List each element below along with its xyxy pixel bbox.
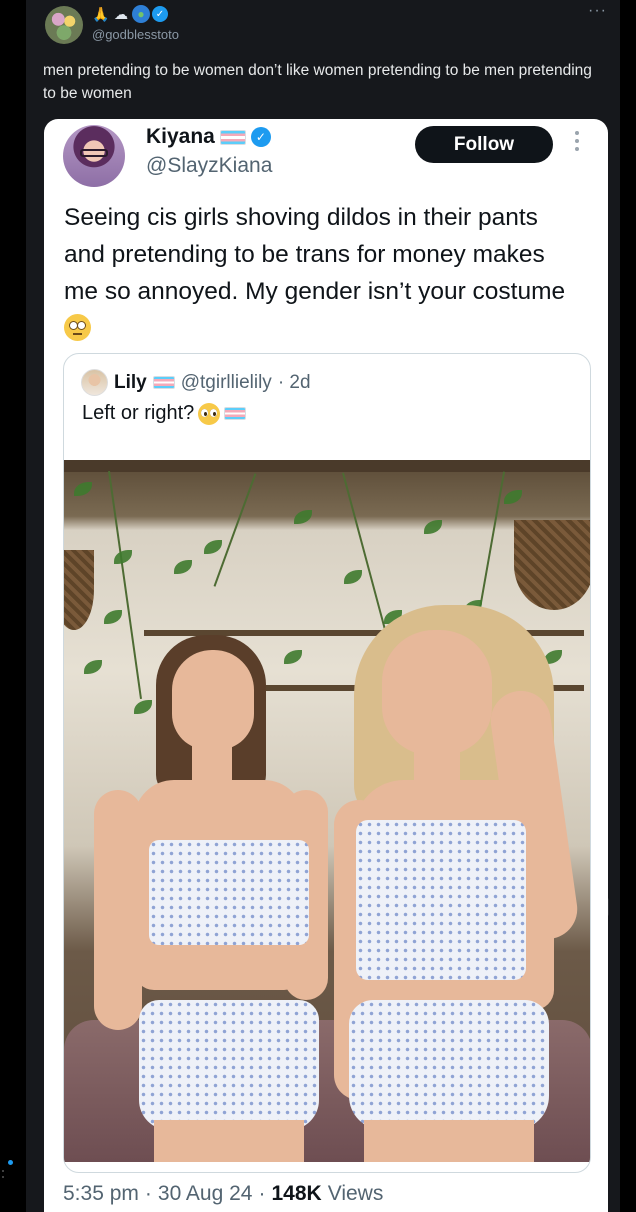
views-count[interactable]: 148K (271, 1182, 321, 1206)
lily-display-name[interactable]: Lily (114, 372, 147, 394)
face-with-rolling-eyes-icon (64, 314, 91, 341)
quoted-photo[interactable] (64, 460, 590, 1162)
pray-icon: 🙏 (92, 5, 110, 22)
embedded-tweet-card[interactable]: Kiyana ✓ @SlayzKiana Follow Seeing cis g… (44, 119, 608, 1212)
leaf (174, 560, 192, 574)
glasses-shape (80, 149, 108, 157)
tweet-date[interactable]: 30 Aug 24 (158, 1182, 253, 1206)
quote-text: Left or right? (82, 402, 247, 425)
display-name-emojis[interactable]: 🙏 ☁ ● ✓ (92, 5, 168, 23)
separator: · (144, 1182, 152, 1205)
tweet-text: Seeing cis girls shoving dildos in their… (64, 199, 584, 347)
more-options-button[interactable]: ··· (588, 2, 607, 20)
left-dot-small (2, 1170, 4, 1172)
transgender-flag-icon (224, 407, 247, 420)
pleading-face-icon (198, 402, 221, 425)
tweet-time[interactable]: 5:35 pm (63, 1182, 139, 1206)
transgender-flag-icon (152, 376, 175, 389)
globe-icon: ● (132, 5, 150, 23)
leaf (104, 610, 122, 624)
transgender-flag-icon (219, 129, 246, 145)
lily-handle[interactable]: @tgirllielily (181, 372, 272, 394)
leaf (294, 510, 312, 524)
separator: · (258, 1182, 266, 1205)
follow-button[interactable]: Follow (415, 126, 553, 163)
kiyana-display-name[interactable]: Kiyana (146, 125, 215, 149)
leaf (74, 482, 92, 496)
author-avatar[interactable] (45, 6, 83, 44)
views-label: Views (327, 1182, 384, 1205)
leaf (424, 520, 442, 534)
leaf (284, 650, 302, 664)
quote-age: · 2d (277, 371, 311, 393)
author-handle[interactable]: @godblesstoto (92, 27, 179, 42)
left-dot-small (2, 1176, 4, 1178)
leaf (344, 570, 362, 584)
leaf (204, 540, 222, 554)
kiyana-avatar[interactable] (63, 125, 125, 187)
notification-dot (8, 1160, 13, 1165)
hanging-basket (64, 550, 94, 630)
post-text: men pretending to be women don’t like wo… (43, 62, 592, 102)
quote-text-body: Left or right? (82, 402, 195, 424)
vine (342, 472, 388, 638)
hanging-basket (514, 520, 590, 610)
vine (108, 470, 142, 700)
quoted-tweet[interactable]: Lily @tgirllielily · 2d Left or right? (63, 353, 591, 1173)
vine (213, 473, 257, 587)
quote-author-row: Lily @tgirllielily · 2d (81, 369, 311, 396)
kiyana-handle[interactable]: @SlayzKiana (146, 154, 272, 178)
lily-avatar[interactable] (81, 369, 108, 396)
leaf (134, 700, 152, 714)
more-icon[interactable] (571, 131, 583, 151)
ceiling-beam (64, 460, 590, 472)
leaf (114, 550, 132, 564)
leaf (84, 660, 102, 674)
kiyana-name-row: Kiyana ✓ (146, 125, 271, 149)
tweet-meta: 5:35 pm · 30 Aug 24 · 148K Views (63, 1182, 383, 1206)
cloud-rain-icon: ☁ (114, 5, 128, 22)
tweet-text-body: Seeing cis girls shoving dildos in their… (64, 204, 566, 305)
verified-badge-icon: ✓ (250, 127, 271, 147)
leaf (504, 490, 522, 504)
verified-badge-icon: ✓ (152, 6, 168, 22)
